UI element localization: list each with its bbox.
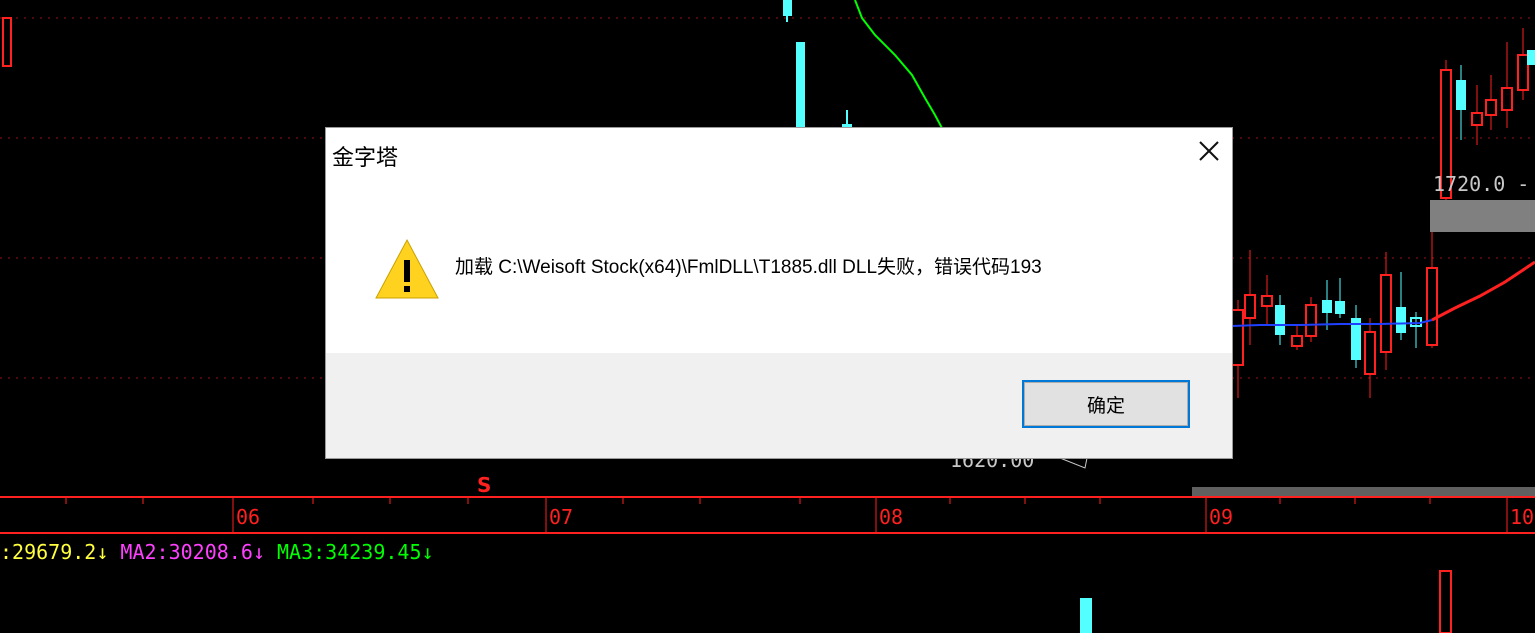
volume-bar: [1080, 598, 1092, 633]
candle-up: [1231, 309, 1244, 366]
error-dialog: 金字塔 加载 C:\Weisoft Stock(x64)\FmlDLL\T188…: [326, 128, 1232, 458]
ma2-label: MA2:: [120, 540, 169, 564]
candle-up: [1291, 335, 1303, 347]
ma3-down-arrow-icon: ↓: [421, 540, 434, 564]
sell-signal-marker: S: [477, 473, 492, 497]
candle-down: [1335, 301, 1345, 314]
candle-up: [1471, 112, 1483, 126]
ma1-value: :29679.2: [0, 540, 97, 564]
close-icon[interactable]: [1186, 128, 1232, 174]
ma-line-red: [1431, 260, 1535, 322]
horizontal-scrollbar: [1192, 487, 1535, 496]
chart-window[interactable]: 06 07 08 09 10 S 1720.0 - 1620.00 :29679…: [0, 0, 1535, 633]
candle-up: [1244, 294, 1256, 319]
ma1-down-arrow-icon: ↓: [96, 540, 109, 564]
candle-down: [1456, 80, 1466, 110]
candle-up: [1305, 304, 1317, 337]
date-label: 06: [236, 505, 261, 529]
date-label: 07: [549, 505, 574, 529]
ma3-label: MA3:: [276, 540, 326, 564]
candle-down: [1527, 50, 1535, 65]
date-label: 09: [1209, 505, 1234, 529]
cursor-arrow: [1059, 457, 1088, 469]
price-highlight-box: [1430, 200, 1535, 232]
ma-line-green: [854, 0, 944, 131]
date-label: 10: [1510, 505, 1535, 529]
axis-minor-ticks: [65, 497, 1431, 504]
candle-up: [1485, 99, 1497, 116]
indicator-readout: :29679.2↓ MA2:30208.6↓ MA3:34239.45↓: [0, 540, 434, 564]
candle-down: [783, 0, 792, 16]
ok-button[interactable]: 确定: [1022, 380, 1190, 428]
ma2-down-arrow-icon: ↓: [252, 540, 265, 564]
ma2-value: 30208.6: [168, 540, 253, 564]
close-icon-glyph: [1199, 141, 1219, 161]
candle-down: [1275, 305, 1285, 335]
date-label: 08: [879, 505, 904, 529]
candle-up: [1501, 87, 1513, 111]
candle-down: [1396, 307, 1406, 333]
dialog-title: 金字塔: [332, 145, 399, 170]
candle-up: [2, 17, 12, 67]
candle-up: [1380, 274, 1392, 353]
ma3-value: 34239.45: [325, 540, 422, 564]
candle-up: [1261, 295, 1273, 307]
candle-down: [1322, 300, 1332, 313]
candle-down: [796, 42, 805, 132]
candle-up: [1517, 54, 1529, 91]
candle-up: [1426, 267, 1438, 346]
error-message: 加载 C:\Weisoft Stock(x64)\FmlDLL\T1885.dl…: [455, 257, 1042, 278]
volume-bar: [1439, 570, 1452, 633]
price-level-label: 1720.0 -: [1433, 172, 1530, 196]
candle-up: [1364, 331, 1376, 375]
warning-icon: [374, 234, 440, 300]
